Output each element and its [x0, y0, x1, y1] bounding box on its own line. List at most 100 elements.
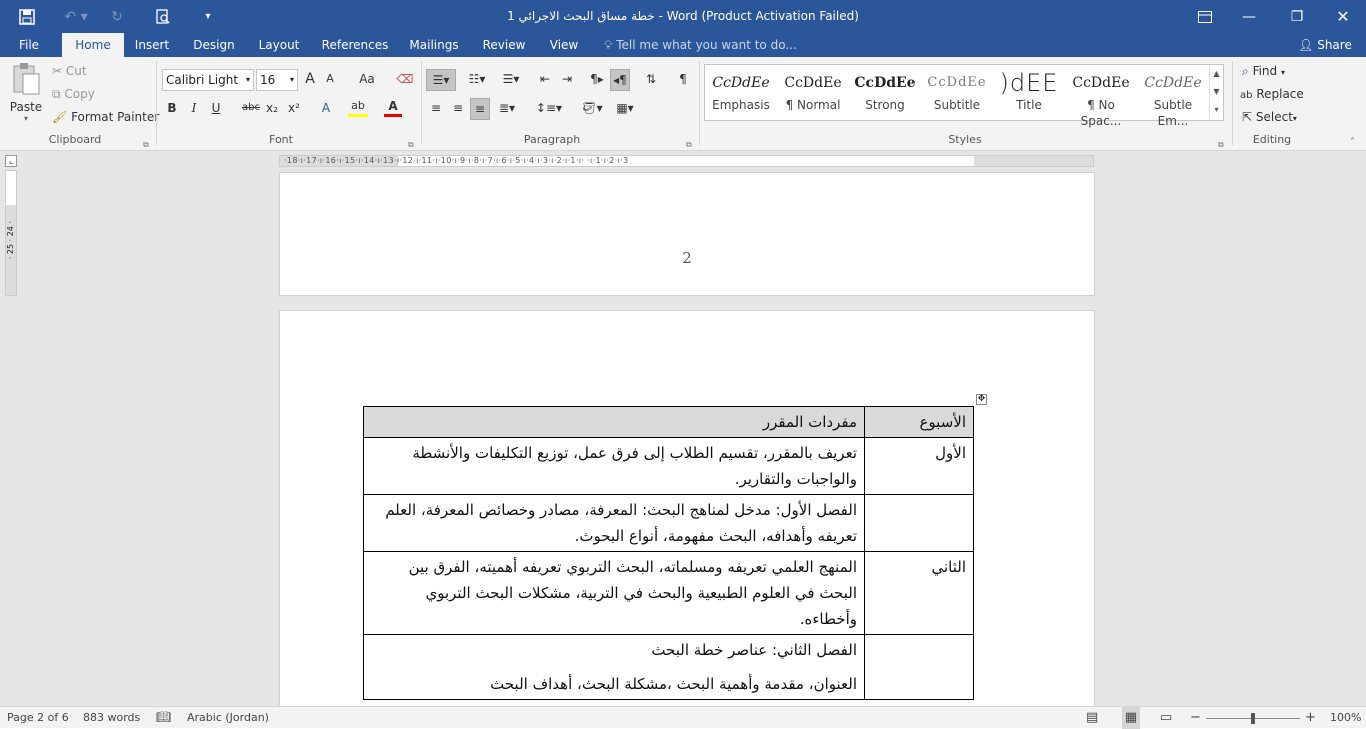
horizontal-ruler[interactable]: ·18·ı·17·ı·16·ı·15·ı·14·ı·13·ı·12·ı·11·ı… [279, 155, 1094, 167]
tab-home[interactable]: Home [62, 33, 124, 57]
style-normal[interactable]: CcDdEe ¶ Normal [777, 65, 849, 120]
format-painter-button[interactable]: 🖌︎ Format Painter [52, 110, 159, 124]
font-name-combo[interactable]: Calibri Light ▾ [162, 69, 254, 91]
highlight-icon[interactable]: ab [348, 98, 368, 117]
borders-icon[interactable]: ▦▾ [610, 98, 640, 118]
tab-layout[interactable]: Layout [252, 33, 306, 57]
strikethrough-button[interactable]: abc [240, 98, 262, 118]
style-subtitle[interactable]: CcDdEe Subtitle [921, 65, 993, 120]
customize-qat-icon[interactable]: ▾ [198, 0, 218, 33]
page-count[interactable]: Page 2 of 6 [7, 707, 69, 729]
tab-review[interactable]: Review [478, 33, 530, 57]
content-cell[interactable]: تعريف بالمقرر، تقسيم الطلاب إلى فرق عمل،… [363, 437, 865, 495]
save-icon[interactable] [14, 0, 40, 33]
bullets-icon[interactable]: ☰▾ [426, 69, 456, 91]
share-button[interactable]: 👤︎ Share [1294, 33, 1356, 57]
select-button[interactable]: ⇱ Select▾ [1242, 110, 1297, 124]
undo-icon[interactable]: ↶ ▾ [58, 0, 94, 33]
subscript-button[interactable]: x₂ [264, 98, 280, 118]
increase-indent-icon[interactable]: ⇥ [558, 69, 576, 89]
tab-file[interactable]: File [8, 33, 50, 57]
find-button[interactable]: ⌕ Find ▾ [1242, 64, 1285, 79]
course-table[interactable]: الأسبوع مفردات المقرر الأول تعريف بالمقر… [363, 406, 974, 700]
ribbon-display-options-icon[interactable] [1190, 0, 1220, 33]
align-center-icon[interactable]: ≡ [450, 98, 466, 118]
tab-references[interactable]: References [316, 33, 394, 57]
copy-button[interactable]: ⧉ Copy [52, 87, 95, 102]
week-cell[interactable]: الثاني [864, 551, 974, 635]
numbering-icon[interactable]: ☷▾ [462, 69, 492, 89]
word-count[interactable]: 883 words [83, 707, 140, 729]
table-header-row: الأسبوع مفردات المقرر [363, 406, 974, 438]
close-icon[interactable]: ✕ [1328, 0, 1358, 33]
superscript-button[interactable]: x² [286, 98, 302, 118]
underline-button[interactable]: U [208, 98, 224, 118]
week-cell[interactable] [864, 494, 974, 552]
content-cell[interactable]: الفصل الثاني: عناصر خطة البحث العنوان، م… [363, 634, 865, 700]
justify-icon[interactable]: ≣▾ [494, 98, 520, 118]
read-mode-icon[interactable]: ▤ [1086, 707, 1098, 729]
page-current[interactable]: ✥ الأسبوع مفردات المقرر الأول تعريف بالم… [279, 310, 1095, 710]
tab-design[interactable]: Design [186, 33, 242, 57]
style-emphasis[interactable]: CcDdEe Emphasis [705, 65, 777, 120]
paste-icon [13, 63, 40, 95]
line-spacing-icon[interactable]: ↕≡▾ [534, 98, 564, 118]
minimize-icon[interactable]: — [1234, 0, 1264, 33]
paste-button[interactable]: Paste ▾ [8, 61, 44, 131]
styles-scroll[interactable]: ▲ ▼ ▾ [1209, 65, 1223, 120]
font-size-combo[interactable]: 16 ▾ [256, 69, 298, 91]
italic-button[interactable]: I [186, 98, 202, 118]
replace-button[interactable]: ab Replace [1240, 87, 1304, 101]
tab-selector-icon[interactable]: ⌞ [5, 155, 17, 167]
content-cell[interactable]: المنهج العلمي تعريفه ومسلماته، البحث الت… [363, 551, 865, 635]
style-strong[interactable]: CcDdEe Strong [849, 65, 921, 120]
cut-button[interactable]: ✂ Cut [52, 64, 87, 78]
style-sample: CcDdEe [1072, 75, 1130, 91]
zoom-thumb[interactable] [1251, 713, 1255, 724]
table-row: الفصل الأول: مدخل لمناهج البحث: المعرفة،… [363, 494, 974, 552]
table-move-handle-icon[interactable]: ✥ [976, 394, 987, 405]
shrink-font-icon[interactable]: A [322, 69, 338, 89]
week-cell[interactable]: الأول [864, 437, 974, 495]
zoom-slider[interactable] [1206, 713, 1300, 724]
print-preview-icon[interactable] [150, 0, 176, 33]
tell-me-box[interactable]: 💡︎ Tell me what you want to do... [604, 33, 804, 57]
bold-button[interactable]: B [164, 98, 180, 118]
show-marks-icon[interactable]: ¶ [674, 69, 692, 89]
multilevel-list-icon[interactable]: ☰▾ [496, 69, 526, 89]
collapse-ribbon-icon[interactable]: ˄ [1350, 133, 1355, 153]
ltr-icon[interactable]: ¶▸ [588, 69, 606, 89]
tab-insert[interactable]: Insert [128, 33, 176, 57]
zoom-level[interactable]: 100% [1330, 707, 1361, 729]
style-subtle-emphasis[interactable]: CcDdEe Subtle Em... [1137, 65, 1209, 128]
font-color-icon[interactable]: A [384, 98, 402, 117]
tab-view[interactable]: View [544, 33, 584, 57]
redo-icon[interactable]: ↻ [104, 0, 130, 33]
clear-formatting-icon[interactable]: ⌫ [396, 69, 414, 89]
proofing-icon[interactable]: 📖︎ [156, 707, 171, 729]
text-effects-icon[interactable]: A [318, 98, 334, 118]
align-right-icon[interactable]: ≡ [470, 98, 490, 120]
style-title[interactable]: )dEE Title [993, 65, 1065, 120]
align-left-icon[interactable]: ≡ [428, 98, 444, 118]
chevron-down-icon: ▾ [1292, 114, 1297, 123]
tab-mailings[interactable]: Mailings [404, 33, 464, 57]
change-case-icon[interactable]: Aa [352, 69, 382, 89]
sort-icon[interactable]: ⇅ [642, 69, 660, 89]
zoom-in-icon[interactable]: + [1305, 707, 1316, 729]
chevron-down-icon: ▾ [245, 75, 250, 84]
shading-icon[interactable]: 🪣︎▾ [576, 98, 608, 118]
language-indicator[interactable]: Arabic (Jordan) [187, 707, 269, 729]
vertical-ruler[interactable]: · 25 · 24 · [5, 170, 17, 296]
week-cell[interactable] [864, 634, 974, 700]
rtl-icon[interactable]: ◂¶ [610, 69, 630, 91]
web-layout-icon[interactable]: ▭ [1160, 707, 1172, 729]
zoom-out-icon[interactable]: − [1190, 707, 1201, 729]
grow-font-icon[interactable]: A [302, 69, 318, 89]
print-layout-icon[interactable]: ▦ [1122, 707, 1140, 729]
decrease-indent-icon[interactable]: ⇤ [536, 69, 554, 89]
ruler-margin [974, 156, 1093, 166]
restore-icon[interactable]: ❐ [1282, 0, 1312, 33]
content-cell[interactable]: الفصل الأول: مدخل لمناهج البحث: المعرفة،… [363, 494, 865, 552]
style-no-spacing[interactable]: CcDdEe ¶ No Spac... [1065, 65, 1137, 128]
